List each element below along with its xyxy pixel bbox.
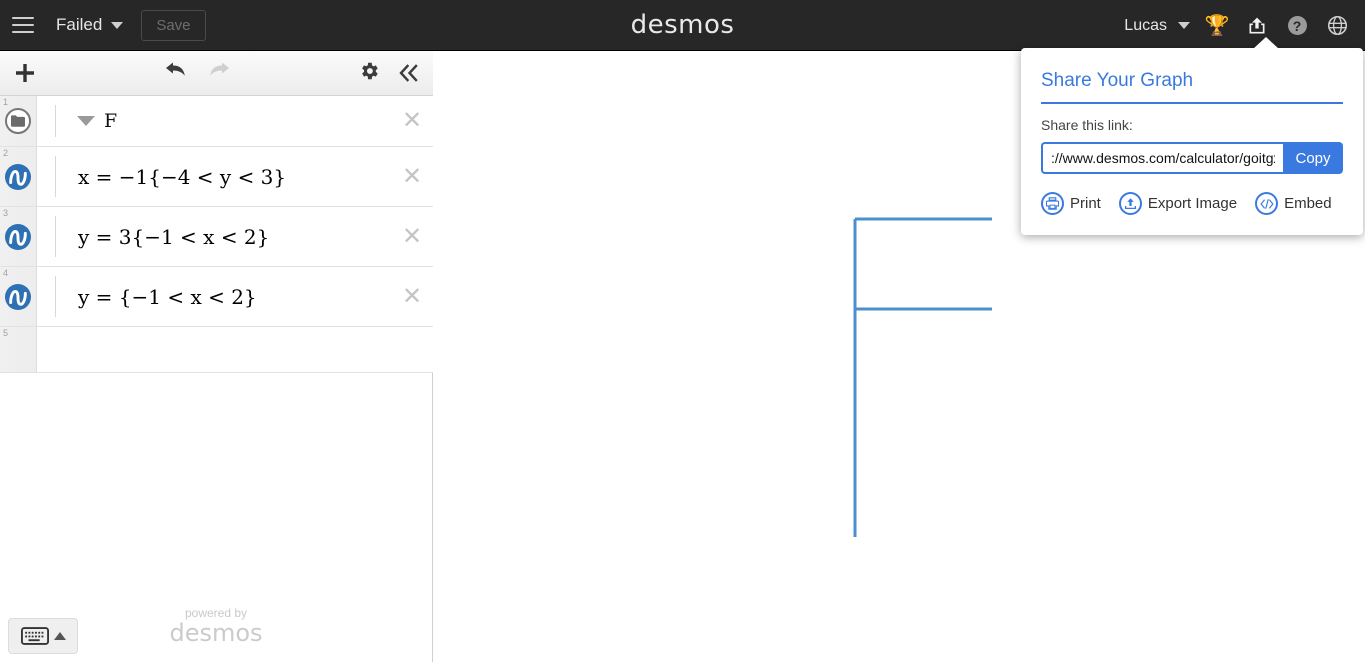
row-number: 2 xyxy=(3,148,9,158)
code-icon-svg xyxy=(1259,198,1274,209)
user-menu[interactable]: Lucas xyxy=(1114,0,1171,51)
globe-icon[interactable] xyxy=(1317,0,1357,51)
expression-row-body[interactable]: y = 3{−1 < x < 2} ✕ xyxy=(37,207,433,266)
expression-math[interactable]: y = 3{−1 < x < 2} xyxy=(55,225,269,249)
row-number: 3 xyxy=(3,208,9,218)
row-number: 1 xyxy=(3,97,9,107)
app-header: Failed Save desmos Lucas 🏆 ? xyxy=(0,0,1365,51)
delete-row-button[interactable]: ✕ xyxy=(401,224,423,248)
upload-icon xyxy=(1118,192,1142,215)
row-gutter: 5 xyxy=(0,327,37,372)
header-left-group: Failed Save xyxy=(0,9,206,41)
undo-icon xyxy=(166,62,185,76)
expression-row-body[interactable]: y = {−1 < x < 2} ✕ xyxy=(37,267,433,326)
copy-button[interactable]: Copy xyxy=(1283,142,1343,174)
header-right-group: Lucas 🏆 ? xyxy=(1114,0,1357,51)
help-glyph: ? xyxy=(1287,16,1307,35)
redo-icon xyxy=(210,62,229,76)
caret-up-icon xyxy=(53,632,66,640)
powered-by-label: powered by xyxy=(184,606,248,620)
document-title: Failed xyxy=(56,15,103,34)
trophy-glyph: 🏆 xyxy=(1204,14,1230,37)
expression-row[interactable]: 2 x = −1{−4 < y < 3} ✕ xyxy=(0,147,433,207)
graph-wave-icon[interactable] xyxy=(5,163,31,190)
expression-math[interactable]: y = {−1 < x < 2} xyxy=(55,285,257,309)
desmos-calculator-app: Failed Save desmos Lucas 🏆 ? 1 F ✕ 2 x =… xyxy=(0,0,1365,662)
expression-row[interactable]: 4 y = {−1 < x < 2} ✕ xyxy=(0,267,433,327)
expression-row[interactable]: 3 y = 3{−1 < x < 2} ✕ xyxy=(0,207,433,267)
delete-row-button[interactable]: ✕ xyxy=(401,164,423,188)
desmos-logo: desmos xyxy=(630,10,735,40)
collapse-panel-button[interactable] xyxy=(396,62,422,84)
expression-panel: 1 F ✕ 2 x = −1{−4 < y < 3} ✕ 3 y = 3{−1 … xyxy=(0,51,433,662)
chevron-down-icon xyxy=(1178,22,1190,29)
expression-row-folder[interactable]: 1 F ✕ xyxy=(0,96,433,147)
folder-title[interactable]: F xyxy=(104,110,117,132)
row-gutter: 2 xyxy=(0,147,37,206)
redo-button[interactable] xyxy=(203,61,231,86)
export-image-button[interactable]: Export Image xyxy=(1118,192,1238,215)
expression-row-body[interactable]: x = −1{−4 < y < 3} ✕ xyxy=(37,147,433,206)
trophy-icon[interactable]: 🏆 xyxy=(1197,0,1237,51)
add-expression-button[interactable] xyxy=(10,58,40,88)
triangle-down-icon[interactable] xyxy=(77,116,95,126)
undo-button[interactable] xyxy=(164,61,192,86)
folder-icon-svg xyxy=(11,115,25,127)
print-label: Print xyxy=(1070,195,1101,212)
globe-icon-svg xyxy=(1327,15,1347,36)
share-link-row: Copy xyxy=(1041,142,1343,174)
row-number: 5 xyxy=(3,328,9,338)
row-gutter: 3 xyxy=(0,207,37,266)
share-icon-svg xyxy=(1249,17,1265,33)
expression-toolbar xyxy=(0,51,433,96)
delete-row-button[interactable]: ✕ xyxy=(401,284,423,308)
user-chevron-down-icon[interactable] xyxy=(1171,0,1197,51)
graph-wave-icon[interactable] xyxy=(5,223,31,250)
graph-wave-icon-svg xyxy=(9,169,27,186)
folder-row-body: F ✕ xyxy=(37,96,433,146)
chevron-down-icon[interactable] xyxy=(111,21,124,29)
gear-icon xyxy=(362,62,378,79)
row-gutter: 4 xyxy=(0,267,37,326)
embed-button[interactable]: Embed xyxy=(1255,192,1332,215)
share-popup: Share Your Graph Share this link: Copy P… xyxy=(1021,37,1363,235)
save-button[interactable]: Save xyxy=(141,9,206,41)
row-gutter: 1 xyxy=(0,96,37,146)
code-icon xyxy=(1255,192,1279,215)
settings-button[interactable] xyxy=(358,60,380,87)
share-link-label: Share this link: xyxy=(1041,117,1133,133)
graph-wave-icon-svg xyxy=(9,289,27,306)
printer-icon xyxy=(1041,192,1064,215)
share-link-input[interactable] xyxy=(1041,142,1283,174)
graph-wave-icon[interactable] xyxy=(5,283,31,310)
folder-icon[interactable] xyxy=(5,108,31,134)
help-icon[interactable]: ? xyxy=(1277,0,1317,51)
graph-wave-icon-svg xyxy=(9,229,27,246)
share-actions: Print Export Image Embed xyxy=(1041,192,1363,215)
expression-row-body[interactable] xyxy=(37,327,433,372)
chevron-double-left-icon xyxy=(399,64,418,82)
powered-by-watermark: powered by desmos xyxy=(169,606,262,646)
keyboard-toggle-button[interactable] xyxy=(8,618,78,654)
upload-icon-svg xyxy=(1124,198,1136,210)
row-number: 4 xyxy=(3,268,9,278)
share-popup-title: Share Your Graph xyxy=(1041,70,1343,104)
powered-by-brand: desmos xyxy=(169,619,263,647)
embed-label: Embed xyxy=(1284,195,1332,212)
print-button[interactable]: Print xyxy=(1041,192,1101,215)
user-name-label: Lucas xyxy=(1124,16,1167,34)
delete-row-button[interactable]: ✕ xyxy=(401,108,423,132)
expression-math[interactable]: x = −1{−4 < y < 3} xyxy=(55,165,286,189)
printer-icon-svg xyxy=(1046,197,1059,210)
hamburger-icon[interactable] xyxy=(10,14,36,36)
export-image-label: Export Image xyxy=(1147,195,1238,212)
popup-arrow xyxy=(1253,37,1279,49)
plus-icon xyxy=(16,64,34,82)
keyboard-icon xyxy=(20,627,49,645)
expression-list: 1 F ✕ 2 x = −1{−4 < y < 3} ✕ 3 y = 3{−1 … xyxy=(0,96,433,373)
expression-row-empty[interactable]: 5 xyxy=(0,327,433,373)
